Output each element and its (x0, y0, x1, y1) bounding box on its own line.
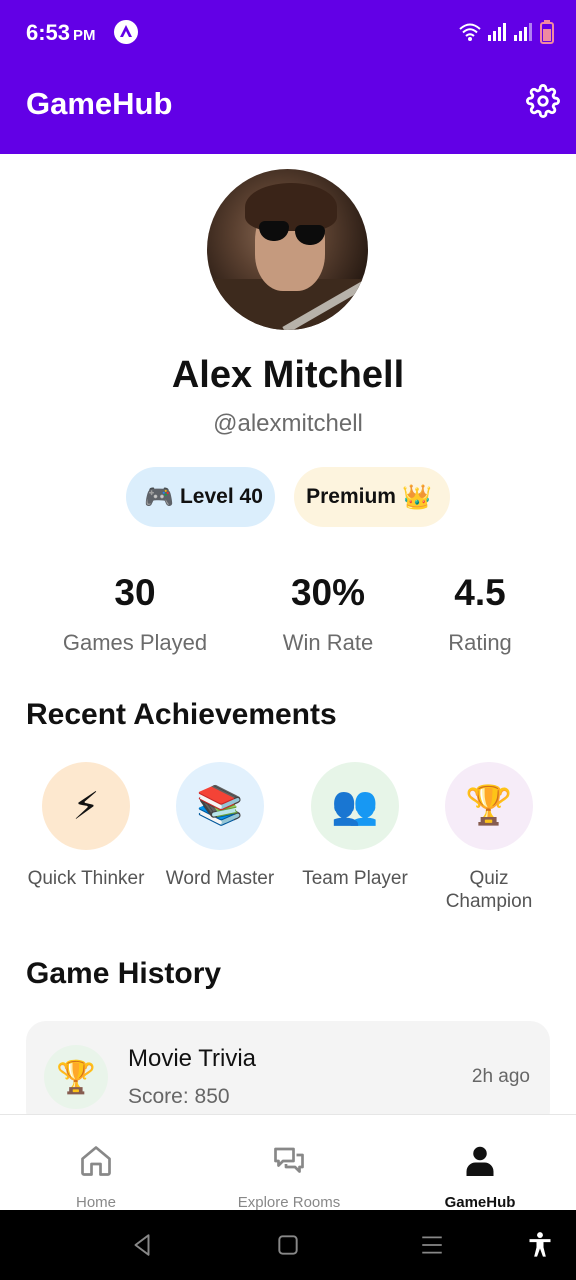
achievement-quiz-champion[interactable]: 🏆 Quiz Champion (424, 762, 554, 913)
system-navigation-bar (0, 1210, 576, 1280)
people-emoji: 👥 (331, 785, 379, 827)
status-icons (458, 18, 554, 46)
notification-app-icon (114, 20, 138, 44)
history-score: Score: 850 (128, 1085, 230, 1108)
back-icon[interactable] (129, 1232, 155, 1258)
nav-home[interactable]: Home (36, 1115, 156, 1211)
app-title: GameHub (26, 86, 173, 121)
game-history-title: Game History (26, 957, 222, 990)
trophy-icon: 🏆 (44, 1045, 108, 1109)
achievements-title: Recent Achievements (26, 698, 337, 731)
premium-badge-label: Premium (306, 485, 396, 508)
signal-icon (488, 23, 506, 41)
person-icon (466, 1146, 494, 1176)
signal-icon-2 (514, 23, 532, 41)
status-time: 6:53 PM (26, 20, 96, 46)
home-button-icon[interactable] (275, 1232, 301, 1258)
status-bar: 6:53 PM (0, 0, 576, 66)
home-icon (81, 1146, 111, 1176)
stat-rating: 4.5 Rating (385, 572, 575, 656)
chat-bubbles-icon (274, 1147, 304, 1173)
wifi-icon (459, 23, 481, 41)
accessibility-icon[interactable] (526, 1230, 554, 1260)
books-icon: 📚 (176, 762, 264, 850)
lightning-icon: ⚡ (42, 762, 130, 850)
battery-icon (540, 20, 554, 44)
achievement-word-master[interactable]: 📚 Word Master (155, 762, 285, 890)
history-time: 2h ago (471, 1066, 530, 1087)
stat-value: 30 (114, 572, 156, 613)
menu-icon[interactable] (419, 1232, 445, 1258)
user-name: Alex Mitchell (171, 354, 405, 396)
settings-button[interactable] (526, 84, 560, 118)
bottom-navigation: Home Explore Rooms GameHub (0, 1114, 576, 1211)
nav-explore-rooms[interactable]: Explore Rooms (214, 1115, 364, 1211)
books-emoji: 📚 (196, 785, 244, 827)
level-badge: 🎮 Level 40 (126, 467, 275, 527)
nav-home-label: Home (75, 1194, 116, 1211)
achievement-team-player[interactable]: 👥 Team Player (290, 762, 420, 890)
app-bar: GameHub (0, 66, 576, 154)
achievement-label: Team Player (302, 868, 408, 889)
stat-games-played: 30 Games Played (40, 572, 230, 656)
gear-icon (526, 84, 560, 118)
trophy-emoji: 🏆 (465, 785, 513, 827)
nav-explore-rooms-label: Explore Rooms (237, 1194, 341, 1211)
achievement-label: Quick Thinker (27, 868, 145, 889)
lightning-emoji: ⚡ (72, 785, 100, 828)
status-time-ampm: PM (73, 27, 96, 44)
premium-badge: Premium 👑 (294, 467, 450, 527)
status-time-value: 6:53 (26, 20, 71, 45)
avatar[interactable] (207, 169, 368, 330)
stat-label: Rating (448, 630, 512, 655)
crown-icon: 👑 (401, 483, 432, 511)
people-icon: 👥 (311, 762, 399, 850)
achievement-quick-thinker[interactable]: ⚡ Quick Thinker (21, 762, 151, 890)
achievement-label: Word Master (165, 868, 275, 889)
trophy-icon: 🏆 (445, 762, 533, 850)
nav-gamehub-label: GameHub (444, 1194, 516, 1211)
trophy-emoji: 🏆 (56, 1059, 96, 1095)
stat-label: Games Played (62, 630, 208, 655)
user-handle: @alexmitchell (213, 410, 363, 437)
nav-gamehub[interactable]: GameHub (420, 1115, 540, 1211)
gamepad-icon: 🎮 (144, 483, 174, 511)
stat-value: 4.5 (454, 572, 506, 613)
level-badge-label: Level 40 (179, 485, 263, 508)
achievement-label: Quiz Champion (445, 868, 533, 912)
history-game-name: Movie Trivia (128, 1045, 257, 1072)
